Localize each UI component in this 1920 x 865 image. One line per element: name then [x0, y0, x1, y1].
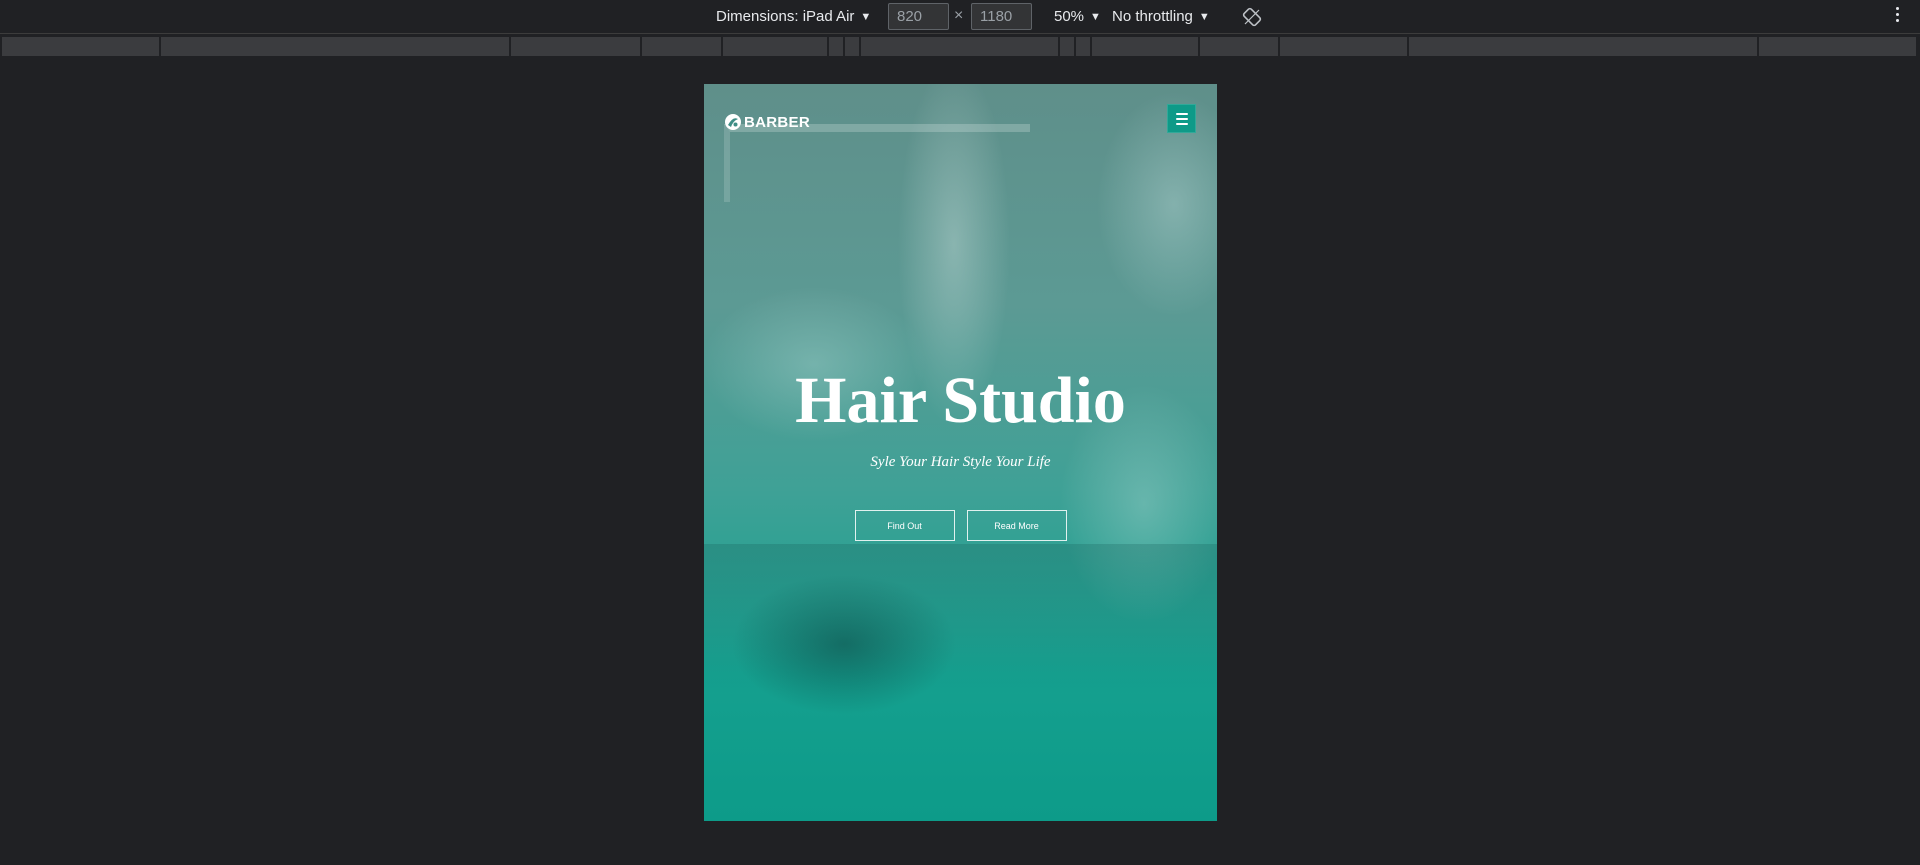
media-query-bar: [0, 35, 1920, 58]
media-query-segment[interactable]: [723, 37, 828, 56]
device-viewport: BARBER Hair Studio Syle Your Hair Style …: [704, 84, 1217, 821]
logo-text: BARBER: [744, 113, 810, 131]
find-out-button[interactable]: Find Out: [854, 510, 955, 541]
media-query-segment[interactable]: [1200, 37, 1279, 56]
media-query-segment[interactable]: [861, 37, 1059, 56]
media-query-segment[interactable]: [642, 37, 722, 56]
hero-title: Hair Studio: [795, 364, 1126, 437]
media-query-segment[interactable]: [1409, 37, 1758, 56]
dimensions-label: Dimensions: iPad Air: [716, 8, 855, 25]
chevron-down-icon: ▼: [1198, 11, 1210, 23]
media-query-segment[interactable]: [829, 37, 844, 56]
hero-background-image: [704, 84, 1217, 821]
rotate-icon[interactable]: [1242, 7, 1262, 27]
chevron-down-icon: ▼: [860, 11, 872, 23]
device-toolbar: Dimensions: iPad Air ▼ × 50% ▼ No throttli…: [0, 0, 1920, 34]
zoom-label: 50%: [1054, 8, 1085, 25]
height-input[interactable]: [971, 3, 1032, 30]
media-query-segment[interactable]: [1092, 37, 1199, 56]
times-symbol: ×: [954, 7, 964, 24]
media-query-segment[interactable]: [511, 37, 641, 56]
more-vertical-icon[interactable]: [1893, 7, 1901, 27]
media-query-segment[interactable]: [2, 37, 160, 56]
hero-subtitle: Syle Your Hair Style Your Life: [870, 454, 1051, 470]
media-query-segment[interactable]: [845, 37, 860, 56]
hamburger-menu-icon[interactable]: [1167, 104, 1196, 133]
throttling-dropdown[interactable]: No throttling ▼: [1112, 6, 1210, 28]
media-query-segment[interactable]: [1280, 37, 1408, 56]
site-logo[interactable]: BARBER: [724, 111, 810, 133]
zoom-dropdown[interactable]: 50% ▼: [1054, 6, 1101, 28]
media-query-segment[interactable]: [1076, 37, 1091, 56]
chevron-down-icon: ▼: [1090, 11, 1101, 23]
media-query-segment[interactable]: [161, 37, 510, 56]
dimensions-dropdown[interactable]: Dimensions: iPad Air ▼: [716, 6, 871, 28]
media-query-segment[interactable]: [1060, 37, 1075, 56]
barber-logo-icon: [725, 114, 741, 130]
throttling-label: No throttling: [1112, 8, 1193, 25]
media-query-segment[interactable]: [1759, 37, 1917, 56]
hero-buttons: Find Out Read More: [704, 510, 1217, 541]
width-input[interactable]: [888, 3, 949, 30]
read-more-button[interactable]: Read More: [966, 510, 1067, 541]
